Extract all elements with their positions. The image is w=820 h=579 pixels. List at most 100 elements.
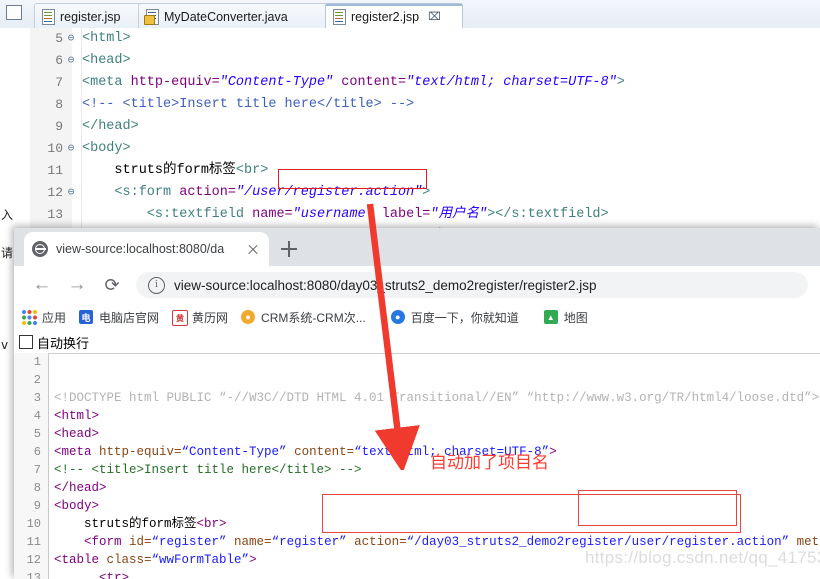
- bookmark-baidu[interactable]: ● 百度一下，你就知道: [390, 309, 519, 326]
- line-number: 7: [33, 463, 41, 477]
- eclipse-minimize-icon[interactable]: [6, 5, 22, 20]
- eclipse-tab-register-jsp[interactable]: register.jsp: [34, 3, 154, 29]
- left-edge-text-3: v: [1, 338, 9, 352]
- bookmark-label: 地图: [563, 311, 588, 325]
- baidu-paw-icon: ●: [390, 310, 406, 325]
- address-bar-url: view-source:localhost:8080/day03_struts2…: [174, 277, 597, 293]
- red-calendar-icon: 黄: [172, 310, 189, 326]
- line-number: 4: [33, 409, 41, 423]
- bookmark-apps[interactable]: 应用: [22, 309, 66, 326]
- code-text: <!-- <title>Insert title here</title> --…: [54, 463, 362, 477]
- jsp-file-icon: [42, 9, 55, 25]
- eclipse-window: register.jsp MyDateConverter.java regist…: [0, 0, 820, 244]
- jsp-file-icon: [333, 9, 346, 25]
- info-icon[interactable]: i: [148, 276, 165, 294]
- line-number: 5: [55, 31, 63, 46]
- code-text: </head>: [54, 481, 107, 495]
- eclipse-tab-bar: register.jsp MyDateConverter.java regist…: [0, 0, 820, 30]
- eclipse-tab-register2-jsp[interactable]: register2.jsp ⌧: [325, 3, 463, 30]
- bookmark-label: 应用: [42, 311, 67, 325]
- eclipse-action-highlight-box: [278, 169, 427, 189]
- code-text: struts的form标签<br>: [82, 163, 269, 178]
- code-text: <!DOCTYPE html PUBLIC “-//W3C//DTD HTML …: [54, 391, 820, 405]
- code-text: <body>: [82, 141, 131, 156]
- address-bar[interactable]: i view-source:localhost:8080/day03_strut…: [136, 272, 808, 298]
- callout-text: 自动加了项目名: [430, 453, 549, 473]
- blue-square-icon: 电: [79, 310, 94, 325]
- line-number: 11: [26, 535, 41, 549]
- code-text: <s:textfield name="username" label="用户名"…: [82, 207, 609, 222]
- line-number: 11: [47, 163, 63, 178]
- bookmark-label: 百度一下，你就知道: [410, 311, 519, 325]
- line-number: 8: [55, 97, 63, 112]
- forward-icon[interactable]: →: [67, 275, 87, 295]
- eclipse-tab-label: register.jsp: [60, 9, 121, 24]
- back-icon[interactable]: ←: [32, 275, 52, 295]
- bookmark-crm[interactable]: ● CRM系统-CRM次...: [241, 309, 366, 326]
- line-number: 9: [55, 119, 63, 134]
- code-text: <body>: [54, 499, 100, 513]
- line-wrap-label: 自动换行: [37, 335, 90, 351]
- code-text: <head>: [54, 427, 100, 441]
- line-wrap-option[interactable]: 自动换行: [14, 331, 820, 354]
- code-text: <html>: [54, 409, 100, 423]
- view-source-page: 自动换行 1 2 3 <!DOCTYPE html PUBLIC “-//W3C//D…: [14, 331, 820, 579]
- screenshot-root: register.jsp MyDateConverter.java regist…: [0, 0, 820, 579]
- line-number: 7: [55, 75, 63, 90]
- bookmark-label: CRM系统-CRM次...: [261, 311, 366, 325]
- new-tab-button[interactable]: [278, 238, 300, 260]
- chrome-toolbar: ← → ⟳ i view-source:localhost:8080/day03…: [14, 266, 820, 304]
- code-text: struts的form标签<br>: [54, 517, 227, 531]
- eclipse-tab-label: register2.jsp: [351, 9, 420, 24]
- line-number: 8: [33, 481, 41, 495]
- java-file-warning-icon: [144, 9, 159, 25]
- line-number: 1: [33, 355, 41, 369]
- bookmark-huangliwang[interactable]: 黄 黄历网: [172, 309, 228, 326]
- chrome-tab-strip: view-source:localhost:8080/da: [14, 228, 820, 266]
- eclipse-code-area[interactable]: 5 ⊖ <html> 6 ⊖ <head> 7 <meta http-equiv="Conte…: [0, 28, 820, 244]
- line-wrap-checkbox[interactable]: [19, 335, 33, 349]
- crm-owl-icon: ●: [241, 310, 256, 325]
- code-text: <!-- <title>Insert title here</title> --…: [82, 97, 415, 112]
- apps-grid-icon: [22, 310, 37, 325]
- line-number: 12: [26, 553, 41, 567]
- code-text: <table class=“wwFormTable”>: [54, 553, 257, 567]
- fold-toggle-icon[interactable]: ⊖: [66, 50, 76, 72]
- close-icon[interactable]: ⌧: [428, 10, 441, 23]
- code-text: <tr>: [54, 571, 130, 579]
- browser-tab-title: view-source:localhost:8080/da: [56, 242, 225, 256]
- view-source-code-area[interactable]: 1 2 3 <!DOCTYPE html PUBLIC “-//W3C//DTD HT…: [14, 353, 820, 579]
- line-number: 13: [47, 207, 63, 222]
- bookmark-maps[interactable]: ▲ 地图: [543, 309, 588, 326]
- globe-icon: [32, 241, 48, 257]
- code-text: <head>: [82, 53, 131, 68]
- bookmark-label: 黄历网: [192, 311, 229, 325]
- eclipse-tab-mydateconverter-java[interactable]: MyDateConverter.java: [138, 3, 341, 29]
- line-number: 6: [33, 445, 41, 459]
- bookmark-diannaodian[interactable]: 电 电脑店官网: [79, 309, 159, 326]
- reload-icon[interactable]: ⟳: [102, 275, 122, 295]
- browser-tab[interactable]: view-source:localhost:8080/da: [24, 232, 269, 266]
- code-text: </head>: [82, 119, 139, 134]
- maps-pin-icon: ▲: [543, 310, 559, 325]
- active-tab-indicator: [326, 4, 462, 6]
- line-number: 13: [26, 571, 41, 579]
- line-number: 5: [33, 427, 41, 441]
- line-number: 2: [33, 373, 41, 387]
- line-number: 9: [33, 499, 41, 513]
- line-number: 12: [47, 185, 63, 200]
- line-number: 6: [55, 53, 63, 68]
- line-number: 10: [47, 141, 63, 156]
- eclipse-tab-label: MyDateConverter.java: [164, 9, 288, 24]
- fold-toggle-icon[interactable]: ⊖: [66, 182, 76, 204]
- left-edge-text-2: 请: [1, 246, 14, 260]
- fold-toggle-icon[interactable]: ⊖: [66, 138, 76, 160]
- code-text: <html>: [82, 31, 131, 46]
- code-text: <meta http-equiv="Content-Type" content=…: [82, 75, 625, 90]
- bookmark-label: 电脑店官网: [99, 311, 160, 325]
- browser-action-inner-box: [578, 490, 737, 526]
- left-edge-text-1: 入: [1, 208, 14, 222]
- fold-toggle-icon[interactable]: ⊖: [66, 28, 76, 50]
- close-icon[interactable]: [245, 241, 261, 257]
- line-number: 3: [33, 391, 41, 405]
